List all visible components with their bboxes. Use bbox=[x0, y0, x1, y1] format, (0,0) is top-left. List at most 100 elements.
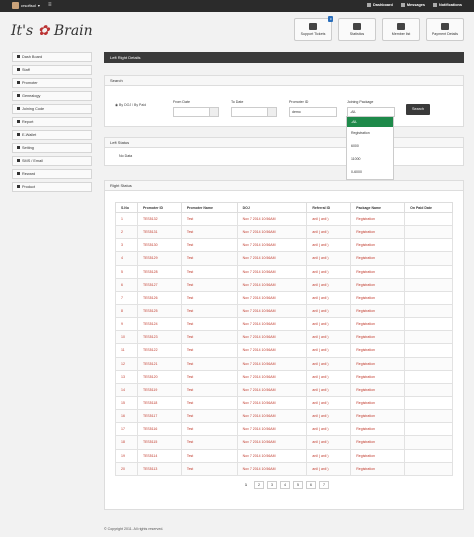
search-button[interactable]: Search bbox=[406, 104, 430, 115]
grid-icon bbox=[17, 55, 20, 58]
table-cell: Test bbox=[180, 225, 238, 240]
dashboard-link[interactable]: Dashboard bbox=[367, 3, 393, 7]
table-row: 12 TES5121 Test Nov 7 2014 10:56AM anil ( an… bbox=[115, 356, 453, 371]
user-menu[interactable]: crsoftsol ▾ bbox=[12, 2, 40, 9]
table-cell: 5 bbox=[115, 264, 138, 279]
support-tickets-button[interactable]: 0 Support Tickets bbox=[294, 16, 333, 41]
page-link[interactable]: 5 bbox=[293, 480, 303, 489]
from-date-input[interactable] bbox=[173, 107, 219, 117]
package-option[interactable]: 6000 bbox=[347, 140, 393, 153]
package-option[interactable]: Registration bbox=[347, 127, 393, 140]
calendar-icon[interactable] bbox=[209, 108, 218, 116]
column-header[interactable]: S.No bbox=[115, 202, 138, 213]
table-cell: Registration bbox=[350, 225, 406, 240]
table-cell: 12 bbox=[115, 356, 138, 371]
sidebar-item-joining-code[interactable]: Joining Code bbox=[12, 104, 92, 114]
table-cell: 11 bbox=[115, 343, 138, 358]
sidebar-item-setting[interactable]: Setting bbox=[12, 143, 92, 153]
page-link[interactable]: 6 bbox=[306, 480, 316, 489]
calendar-icon[interactable] bbox=[267, 108, 276, 116]
package-option[interactable]: -All- bbox=[347, 117, 393, 127]
sidebar-item-sms-email[interactable]: SMS / Email bbox=[12, 156, 92, 166]
sidebar-item-dashboard[interactable]: Dash Board bbox=[12, 52, 92, 62]
to-date-input[interactable] bbox=[231, 107, 277, 117]
username: crsoftsol bbox=[21, 3, 36, 8]
reward-icon bbox=[17, 172, 20, 175]
search-panel-title: Search bbox=[105, 76, 463, 86]
menu-toggle-icon[interactable]: ≡ bbox=[48, 2, 52, 8]
package-option[interactable]: 0-6000 bbox=[347, 166, 393, 179]
column-header[interactable]: Referral ID bbox=[306, 202, 352, 213]
table-cell: Nov 7 2014 10:56AM bbox=[236, 409, 308, 424]
table-cell: 4 bbox=[115, 251, 138, 266]
sidebar-item-staff[interactable]: Staff bbox=[12, 65, 92, 75]
sidebar-item-reward[interactable]: Reward bbox=[12, 169, 92, 179]
table-row: 11 TES5122 Test Nov 7 2014 10:56AM anil ( an… bbox=[115, 343, 453, 358]
messages-link[interactable]: Messages bbox=[400, 3, 425, 7]
table-cell: TES5117 bbox=[136, 409, 182, 424]
table-cell: anil ( anil ) bbox=[306, 211, 352, 227]
column-header[interactable]: Package Name bbox=[350, 202, 406, 213]
table-cell bbox=[404, 343, 453, 358]
table-row: 3 TES5130 Test Nov 7 2014 10:56AM anil ( ani… bbox=[115, 238, 453, 253]
table-cell: anil ( anil ) bbox=[306, 303, 352, 319]
page-link[interactable]: 4 bbox=[280, 480, 290, 489]
table-cell: TES5125 bbox=[136, 303, 182, 319]
sidebar-item-promoter[interactable]: Promoter bbox=[12, 78, 92, 88]
table-row: 6 TES5127 Test Nov 7 2014 10:56AM anil ( ani… bbox=[115, 277, 453, 292]
mail-icon bbox=[17, 159, 20, 162]
payment-details-button[interactable]: Payment Details bbox=[426, 18, 464, 41]
column-header[interactable]: DOJ bbox=[236, 202, 308, 213]
table-cell: Nov 7 2014 10:56AM bbox=[236, 238, 308, 253]
page-link[interactable]: 2 bbox=[254, 480, 264, 489]
table-cell: 14 bbox=[115, 382, 138, 397]
table-cell: 6 bbox=[115, 277, 138, 292]
member-list-button[interactable]: Member list bbox=[382, 18, 420, 41]
table-row: 18 TES5115 Test Nov 7 2014 10:56AM anil ( an… bbox=[115, 435, 453, 450]
table-cell bbox=[404, 211, 453, 227]
column-header[interactable]: Promoter Name bbox=[180, 202, 238, 213]
page-link[interactable]: 3 bbox=[267, 480, 277, 489]
table-cell: Registration bbox=[350, 422, 406, 437]
table-cell: Registration bbox=[350, 330, 406, 345]
page-link[interactable]: 7 bbox=[319, 480, 329, 489]
pagination: 1234567 bbox=[241, 480, 463, 491]
table-cell: Nov 7 2014 10:56AM bbox=[236, 251, 308, 266]
sidebar: Dash Board Staff Promoter Genealogy Join… bbox=[12, 52, 92, 195]
column-header[interactable]: Promoter ID bbox=[136, 202, 182, 213]
no-data-text: No Data bbox=[119, 154, 133, 158]
report-icon bbox=[17, 120, 20, 123]
table-cell: TES5127 bbox=[136, 277, 182, 292]
brand-logo[interactable]: It's ✿ Brain bbox=[11, 23, 93, 39]
table-cell: Registration bbox=[350, 382, 406, 397]
sidebar-item-genealogy[interactable]: Genealogy bbox=[12, 91, 92, 101]
table-row: 9 TES5124 Test Nov 7 2014 10:56AM anil ( ani… bbox=[115, 317, 453, 332]
notifications-link[interactable]: Notifications bbox=[433, 3, 462, 7]
table-cell: Registration bbox=[350, 211, 406, 227]
table-cell: TES5118 bbox=[136, 395, 182, 411]
table-cell: 10 bbox=[115, 330, 138, 345]
page-link[interactable]: 1 bbox=[241, 481, 251, 489]
table-cell: 16 bbox=[115, 409, 138, 424]
table-cell bbox=[404, 409, 453, 424]
page-title: Left Right Details bbox=[104, 52, 464, 63]
sidebar-item-e-wallet[interactable]: E-Wallet bbox=[12, 130, 92, 140]
promoter-id-input[interactable]: demo bbox=[289, 107, 337, 117]
table-cell: Registration bbox=[350, 435, 406, 450]
column-header[interactable]: On Paid Date bbox=[404, 202, 453, 213]
table-cell bbox=[404, 435, 453, 450]
knot-icon: ✿ bbox=[37, 23, 50, 39]
table-cell: TES5122 bbox=[136, 343, 182, 358]
doj-paid-radio[interactable]: ◉ By DOJ / By Paid bbox=[115, 103, 146, 107]
table-cell: Test bbox=[180, 290, 238, 305]
package-option[interactable]: 11000 bbox=[347, 153, 393, 166]
table-cell: TES5128 bbox=[136, 264, 182, 279]
table-cell: Test bbox=[180, 303, 238, 319]
table-cell: Registration bbox=[350, 290, 406, 305]
table-row: 17 TES5116 Test Nov 7 2014 10:56AM anil ( an… bbox=[115, 422, 453, 437]
sidebar-item-product[interactable]: Product bbox=[12, 182, 92, 192]
statistics-button[interactable]: Statistics bbox=[338, 18, 376, 41]
sidebar-item-report[interactable]: Report bbox=[12, 117, 92, 127]
table-cell: Nov 7 2014 10:56AM bbox=[236, 369, 308, 384]
list-icon bbox=[353, 23, 361, 30]
